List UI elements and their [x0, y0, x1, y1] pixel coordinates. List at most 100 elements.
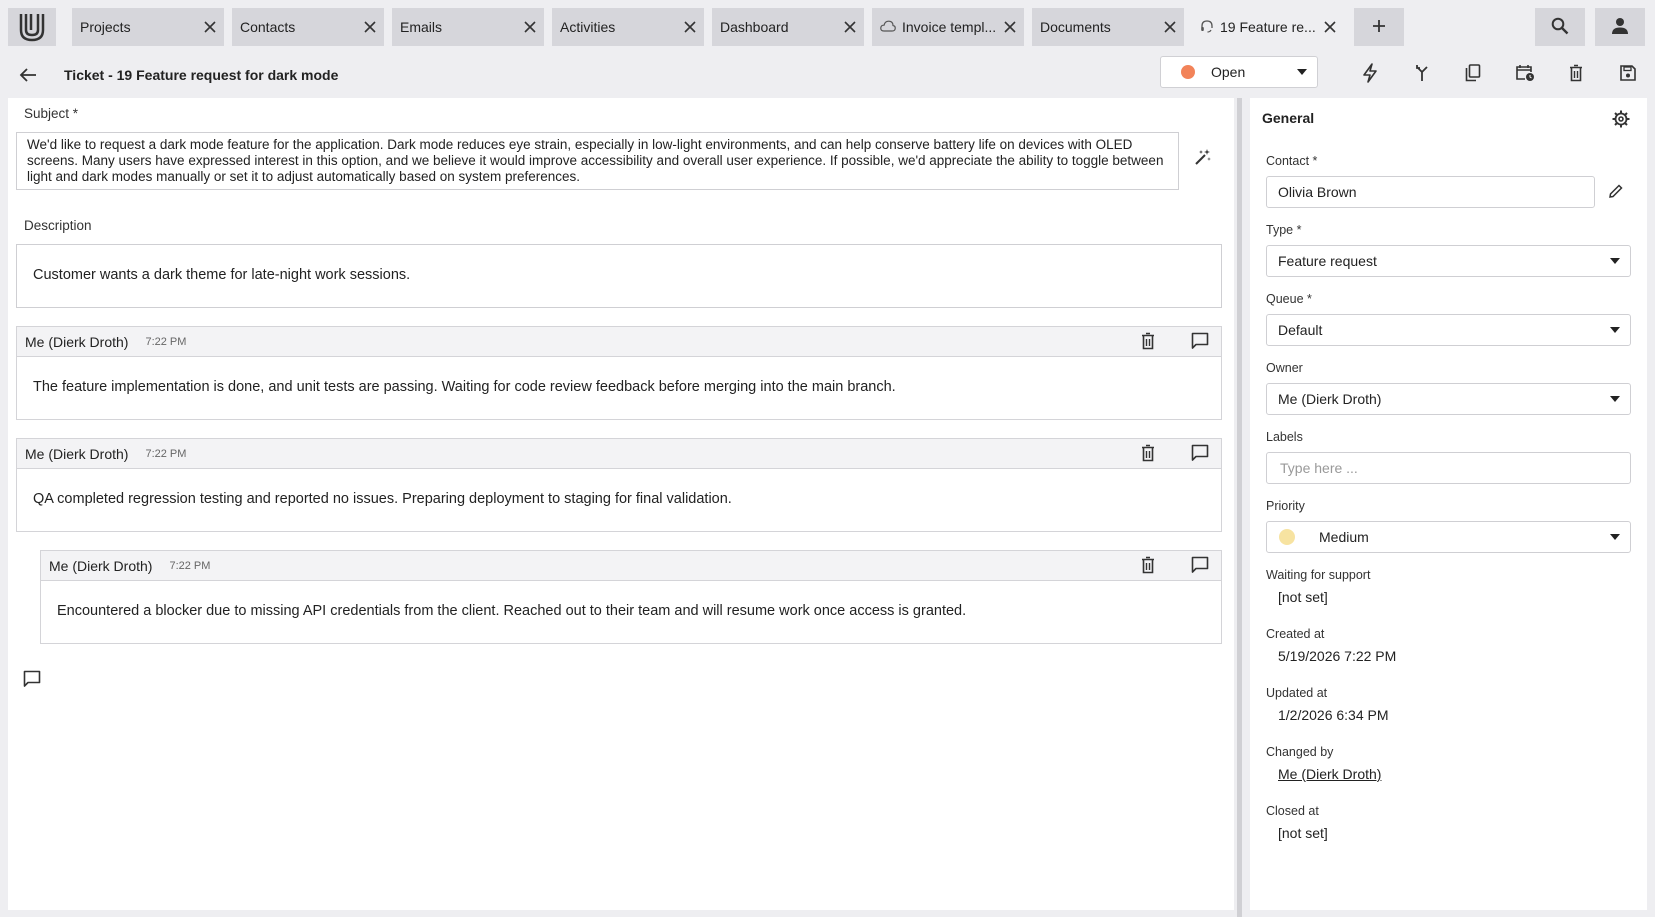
- updated-label: Updated at: [1266, 686, 1328, 700]
- person-icon: [1611, 17, 1629, 38]
- search-icon: [1551, 17, 1569, 38]
- waiting-label: Waiting for support: [1266, 568, 1371, 582]
- lightning-icon: [1362, 62, 1378, 86]
- close-icon[interactable]: [1322, 19, 1338, 35]
- close-icon[interactable]: [1002, 19, 1018, 35]
- plus-icon: [1372, 19, 1386, 36]
- delete-button[interactable]: [1562, 60, 1590, 88]
- comment-author: Me (Dierk Droth): [25, 333, 129, 350]
- close-icon[interactable]: [362, 19, 378, 35]
- queue-select[interactable]: Default: [1266, 314, 1631, 346]
- close-icon[interactable]: [1162, 19, 1178, 35]
- updated-value: 1/2/2026 6:34 PM: [1278, 707, 1389, 723]
- subject-label: Subject *: [24, 106, 79, 121]
- trash-icon: [1141, 556, 1155, 577]
- contact-field[interactable]: Olivia Brown: [1266, 176, 1595, 208]
- reply-comment-button[interactable]: [1188, 442, 1212, 466]
- calendar-clock-icon: [1515, 64, 1535, 85]
- created-value: 5/19/2026 7:22 PM: [1278, 648, 1397, 664]
- back-button[interactable]: [16, 64, 40, 88]
- search-button[interactable]: [1535, 8, 1585, 46]
- changed-by-label: Changed by: [1266, 745, 1334, 759]
- edit-contact-button[interactable]: [1606, 182, 1626, 202]
- status-value: Open: [1211, 64, 1246, 80]
- queue-label: Queue *: [1266, 292, 1312, 306]
- page-title: Ticket - 19 Feature request for dark mod…: [64, 67, 339, 83]
- tab-emails[interactable]: Emails: [392, 8, 544, 46]
- tab-projects[interactable]: Projects: [72, 8, 224, 46]
- comment-author: Me (Dierk Droth): [25, 445, 129, 462]
- general-settings-button[interactable]: [1609, 108, 1633, 132]
- close-icon[interactable]: [682, 19, 698, 35]
- user-button[interactable]: [1595, 8, 1645, 46]
- ticket-main-panel: Subject * We'd like to request a dark mo…: [8, 98, 1234, 910]
- new-tab-button[interactable]: [1354, 8, 1404, 46]
- comment-text: Encountered a blocker due to missing API…: [57, 603, 967, 619]
- tab-invoice-templates[interactable]: Invoice templ...: [872, 8, 1024, 46]
- labels-field[interactable]: [1266, 452, 1631, 484]
- status-select[interactable]: Open: [1160, 56, 1318, 88]
- merge-button[interactable]: [1408, 60, 1436, 88]
- priority-color-dot: [1279, 529, 1295, 545]
- description-text: Customer wants a dark theme for late-nig…: [33, 267, 411, 283]
- pencil-icon: [1609, 183, 1623, 201]
- tab-dashboard[interactable]: Dashboard: [712, 8, 864, 46]
- ticket-header: Ticket - 19 Feature request for dark mod…: [0, 54, 1655, 98]
- changed-by-link[interactable]: Me (Dierk Droth): [1278, 766, 1381, 782]
- tab-activities[interactable]: Activities: [552, 8, 704, 46]
- copy-button[interactable]: [1459, 60, 1487, 88]
- comment-item: Me (Dierk Droth) 7:22 PM The feature imp…: [16, 326, 1222, 420]
- arrow-left-icon: [19, 67, 37, 86]
- labels-input[interactable]: [1278, 459, 1620, 477]
- delete-comment-button[interactable]: [1136, 330, 1160, 354]
- save-button[interactable]: [1614, 60, 1642, 88]
- comment-header: Me (Dierk Droth) 7:22 PM: [17, 327, 1221, 357]
- description-label: Description: [24, 218, 92, 233]
- tab-ticket-19[interactable]: 19 Feature re...: [1192, 8, 1344, 46]
- tab-contacts[interactable]: Contacts: [232, 8, 384, 46]
- tab-documents[interactable]: Documents: [1032, 8, 1184, 46]
- close-icon[interactable]: [842, 19, 858, 35]
- comment-text: The feature implementation is done, and …: [33, 379, 896, 395]
- merge-icon: [1414, 64, 1430, 85]
- owner-select[interactable]: Me (Dierk Droth): [1266, 383, 1631, 415]
- quick-action-button[interactable]: [1356, 60, 1384, 88]
- comment-header: Me (Dierk Droth) 7:22 PM: [41, 551, 1221, 581]
- close-icon[interactable]: [522, 19, 538, 35]
- description-field[interactable]: Customer wants a dark theme for late-nig…: [16, 244, 1222, 308]
- chevron-down-icon: [1610, 534, 1620, 540]
- gear-icon: [1612, 110, 1630, 131]
- schedule-button[interactable]: [1511, 60, 1539, 88]
- app-logo[interactable]: [8, 8, 56, 46]
- created-label: Created at: [1266, 627, 1325, 641]
- panel-divider-scrollbar[interactable]: [1237, 98, 1242, 917]
- type-select[interactable]: Feature request: [1266, 245, 1631, 277]
- add-comment-button[interactable]: [23, 670, 41, 688]
- reply-comment-button[interactable]: [1188, 554, 1212, 578]
- magic-wand-button[interactable]: [1194, 148, 1212, 166]
- close-icon[interactable]: [202, 19, 218, 35]
- priority-label: Priority: [1266, 499, 1305, 513]
- queue-value: Default: [1278, 322, 1323, 338]
- save-icon: [1620, 64, 1636, 84]
- delete-comment-button[interactable]: [1136, 442, 1160, 466]
- comment-icon: [1191, 556, 1209, 577]
- headset-icon: [1200, 19, 1214, 36]
- priority-select[interactable]: Medium: [1266, 521, 1631, 553]
- labels-label: Labels: [1266, 430, 1303, 444]
- owner-value: Me (Dierk Droth): [1278, 391, 1382, 407]
- subject-field[interactable]: We'd like to request a dark mode feature…: [16, 132, 1179, 190]
- reply-comment-button[interactable]: [1188, 330, 1212, 354]
- comment-item: Me (Dierk Droth) 7:22 PM QA completed re…: [16, 438, 1222, 532]
- trash-icon: [1141, 332, 1155, 353]
- chevron-down-icon: [1297, 69, 1307, 75]
- cloud-icon: [880, 19, 896, 35]
- waiting-value: [not set]: [1278, 589, 1328, 605]
- delete-comment-button[interactable]: [1136, 554, 1160, 578]
- comment-header: Me (Dierk Droth) 7:22 PM: [17, 439, 1221, 469]
- comment-time: 7:22 PM: [169, 559, 211, 572]
- contact-label: Contact *: [1266, 154, 1318, 168]
- priority-value: Medium: [1319, 529, 1369, 545]
- status-color-dot: [1181, 65, 1195, 79]
- trash-icon: [1569, 64, 1583, 85]
